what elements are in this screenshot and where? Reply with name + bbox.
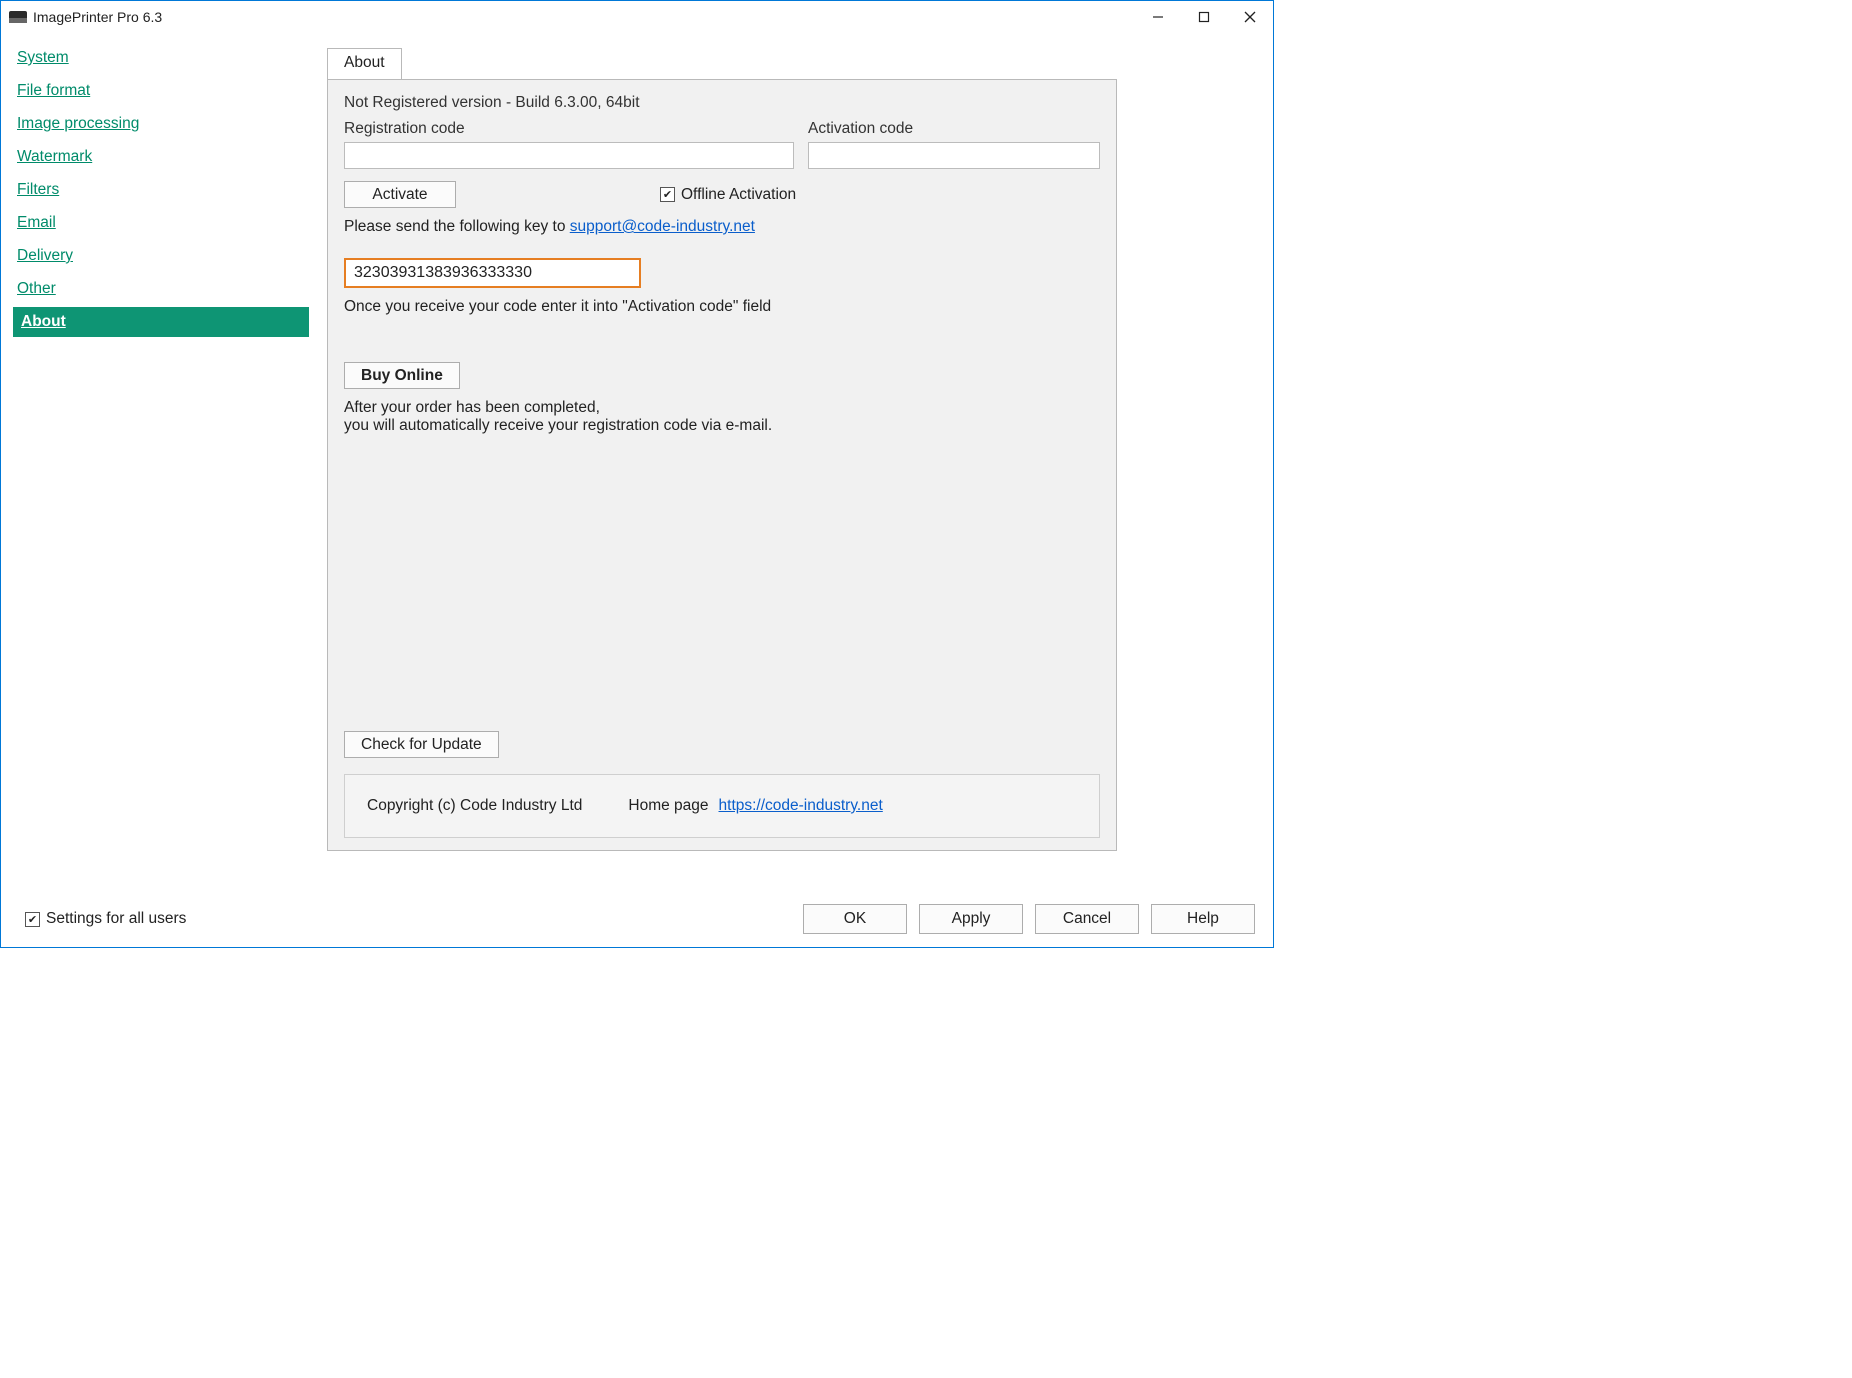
- apply-button[interactable]: Apply: [919, 904, 1023, 934]
- order-line2: you will automatically receive your regi…: [344, 417, 1100, 435]
- sidebar-item-label: File format: [17, 82, 90, 99]
- activation-code-label: Activation code: [808, 120, 913, 137]
- help-button[interactable]: Help: [1151, 904, 1255, 934]
- send-key-prefix: Please send the following key to: [344, 218, 570, 235]
- sidebar-item-label: About: [21, 313, 66, 330]
- after-receive-text: Once you receive your code enter it into…: [344, 298, 1100, 316]
- check-update-button[interactable]: Check for Update: [344, 731, 499, 758]
- check-update-label: Check for Update: [361, 736, 482, 753]
- sidebar-item-system[interactable]: System: [13, 43, 309, 73]
- tab-label: About: [344, 54, 385, 71]
- sidebar-item-label: Other: [17, 280, 56, 297]
- order-line1: After your order has been completed,: [344, 399, 1100, 417]
- sidebar-item-other[interactable]: Other: [13, 274, 309, 304]
- support-email: support@code-industry.net: [570, 218, 755, 235]
- checkbox-icon: ✔: [25, 912, 40, 927]
- ok-button[interactable]: OK: [803, 904, 907, 934]
- footer-panel: Copyright (c) Code Industry Ltd Home pag…: [344, 774, 1100, 838]
- ok-label: OK: [844, 910, 866, 927]
- sidebar-item-delivery[interactable]: Delivery: [13, 241, 309, 271]
- registration-code-input[interactable]: [344, 142, 794, 169]
- maximize-button[interactable]: [1181, 1, 1227, 32]
- settings-for-all-users-label: Settings for all users: [46, 910, 186, 928]
- minimize-button[interactable]: [1135, 1, 1181, 32]
- offline-key-box[interactable]: 32303931383936333330: [344, 258, 641, 288]
- titlebar: ImagePrinter Pro 6.3: [1, 1, 1273, 33]
- cancel-button[interactable]: Cancel: [1035, 904, 1139, 934]
- homepage-label: Home page: [628, 797, 708, 815]
- sidebar-item-label: Watermark: [17, 148, 92, 165]
- sidebar-item-label: Filters: [17, 181, 59, 198]
- copyright-text: Copyright (c) Code Industry Ltd: [367, 797, 582, 815]
- sidebar-item-label: Delivery: [17, 247, 73, 264]
- offline-activation-checkbox[interactable]: ✔ Offline Activation: [660, 186, 796, 204]
- apply-label: Apply: [952, 910, 991, 927]
- window-title: ImagePrinter Pro 6.3: [33, 9, 162, 25]
- homepage-link[interactable]: https://code-industry.net: [719, 797, 883, 815]
- homepage-url: https://code-industry.net: [719, 797, 883, 814]
- window-controls: [1135, 1, 1273, 32]
- buy-online-button[interactable]: Buy Online: [344, 362, 460, 389]
- bottom-bar: ✔ Settings for all users OK Apply Cancel…: [1, 891, 1273, 947]
- settings-for-all-users-checkbox[interactable]: ✔ Settings for all users: [25, 910, 186, 928]
- version-line: Not Registered version - Build 6.3.00, 6…: [344, 94, 1100, 112]
- sidebar-item-file-format[interactable]: File format: [13, 76, 309, 106]
- sidebar-item-label: Image processing: [17, 115, 139, 132]
- close-button[interactable]: [1227, 1, 1273, 32]
- about-panel: Not Registered version - Build 6.3.00, 6…: [327, 79, 1117, 851]
- activation-code-input[interactable]: [808, 142, 1100, 169]
- activate-button[interactable]: Activate: [344, 181, 456, 208]
- printer-icon: [9, 11, 27, 23]
- registration-code-label: Registration code: [344, 120, 465, 137]
- sidebar-item-image-processing[interactable]: Image processing: [13, 109, 309, 139]
- sidebar-item-email[interactable]: Email: [13, 208, 309, 238]
- tab-about[interactable]: About: [327, 48, 402, 80]
- sidebar-item-filters[interactable]: Filters: [13, 175, 309, 205]
- support-email-link[interactable]: support@code-industry.net: [570, 218, 755, 235]
- sidebar-item-label: Email: [17, 214, 56, 231]
- offline-activation-label: Offline Activation: [681, 186, 796, 204]
- sidebar: System File format Image processing Wate…: [1, 33, 321, 891]
- sidebar-item-watermark[interactable]: Watermark: [13, 142, 309, 172]
- offline-key: 32303931383936333330: [354, 264, 532, 281]
- checkbox-icon: ✔: [660, 187, 675, 202]
- buy-online-label: Buy Online: [361, 367, 443, 384]
- sidebar-item-label: System: [17, 49, 69, 66]
- cancel-label: Cancel: [1063, 910, 1111, 927]
- sidebar-item-about[interactable]: About: [13, 307, 309, 337]
- activate-button-label: Activate: [372, 186, 427, 203]
- send-key-line: Please send the following key to support…: [344, 218, 1100, 236]
- help-label: Help: [1187, 910, 1219, 927]
